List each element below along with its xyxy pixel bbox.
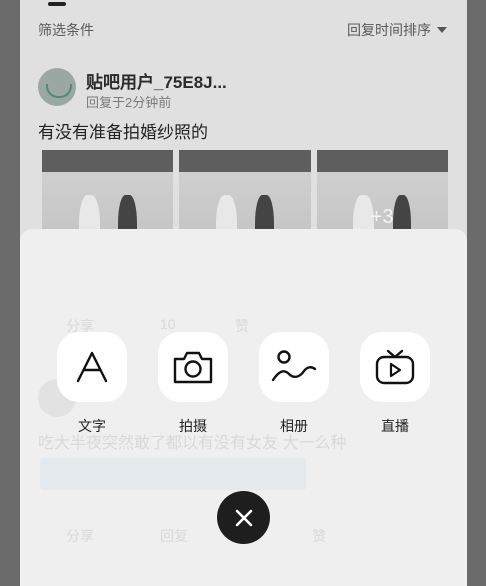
close-icon (235, 509, 252, 526)
sort-dropdown[interactable]: 回复时间排序 (347, 20, 447, 40)
ghost-like-label-2: 赞 (312, 528, 326, 544)
action-album-label: 相册 (280, 418, 308, 434)
post-username[interactable]: 贴吧用户_75E8J... (86, 68, 227, 93)
screen-frame: 筛选条件 回复时间排序 贴吧用户_75E8J... 回复于2分钟前 有没有准备拍… (0, 0, 486, 586)
camera-tile[interactable] (158, 332, 228, 402)
action-camera[interactable]: 拍摄 (158, 332, 228, 436)
album-tile[interactable] (259, 332, 329, 402)
live-tile[interactable] (360, 332, 430, 402)
post-time: 回复于2分钟前 (86, 95, 172, 110)
filter-label[interactable]: 筛选条件 (38, 20, 94, 40)
action-live-label: 直播 (381, 418, 409, 434)
top-bar-indicator (48, 2, 66, 6)
publish-action-sheet: 分享 10 赞 吃大半夜突然敢了都以有没有女友 大一么种 分享 回复 赞 文字 (20, 229, 467, 586)
close-button[interactable] (217, 491, 270, 544)
camera-icon (173, 351, 213, 384)
action-camera-label: 拍摄 (179, 418, 207, 434)
action-row: 文字 拍摄 相册 直播 (57, 332, 430, 436)
action-text-label: 文字 (78, 418, 106, 434)
ghost-bar (40, 458, 306, 490)
text-tile[interactable] (57, 332, 127, 402)
action-album[interactable]: 相册 (259, 332, 329, 436)
action-live[interactable]: 直播 (360, 332, 430, 436)
avatar[interactable] (38, 68, 76, 106)
more-photos-count: +3 (370, 206, 394, 228)
ghost-comment-label: 回复 (160, 528, 188, 544)
live-icon (375, 349, 415, 385)
sort-label: 回复时间排序 (347, 22, 431, 38)
filter-bar: 筛选条件 回复时间排序 (38, 19, 447, 41)
post-text[interactable]: 有没有准备拍婚纱照的 (38, 118, 208, 143)
text-icon (76, 351, 108, 383)
ghost-reply-count: 10 (160, 316, 176, 332)
album-icon (271, 350, 317, 382)
action-text[interactable]: 文字 (57, 332, 127, 436)
caret-down-icon (437, 27, 447, 33)
ghost-share-label-2: 分享 (66, 528, 94, 544)
